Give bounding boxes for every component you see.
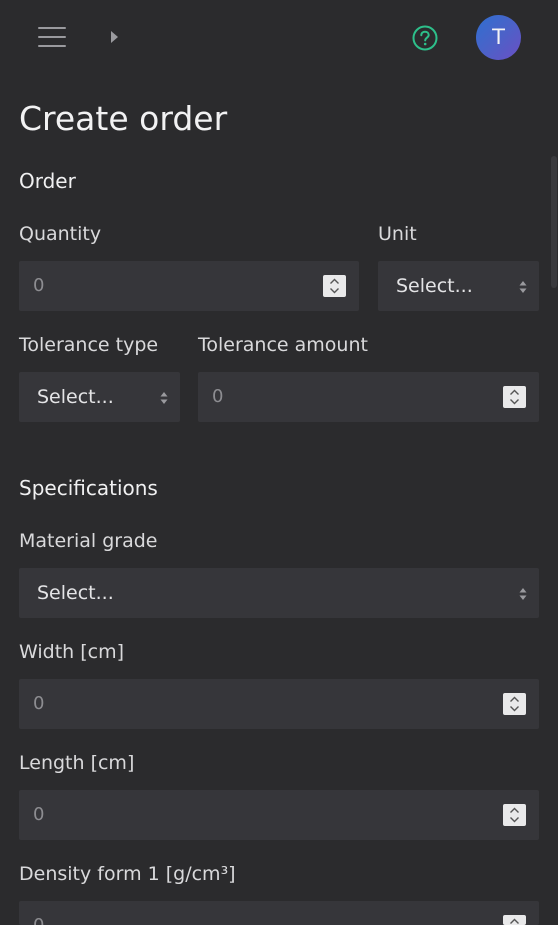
material-grade-select[interactable]: Select... [19,568,539,618]
scrollbar-thumb[interactable] [551,156,557,288]
material-grade-select-value: Select... [37,582,114,604]
length-label: Length [cm] [19,752,135,774]
tolerance-amount-label: Tolerance amount [198,334,368,356]
page-title: Create order [19,99,228,138]
quantity-placeholder: 0 [33,275,45,296]
chevron-right-icon[interactable] [111,31,118,43]
select-arrows-icon [519,279,527,293]
density-input[interactable]: 0 [19,901,539,925]
length-input[interactable]: 0 [19,790,539,840]
tolerance-amount-placeholder: 0 [212,386,224,407]
unit-select[interactable]: Select... [378,261,539,311]
tolerance-type-select-value: Select... [37,386,114,408]
length-stepper[interactable] [503,804,526,826]
section-title-order: Order [19,169,76,193]
width-label: Width [cm] [19,641,125,663]
tolerance-amount-input[interactable]: 0 [198,372,539,422]
quantity-label: Quantity [19,223,102,245]
select-arrows-icon [519,586,527,600]
scrollbar[interactable] [550,76,558,925]
tolerance-amount-stepper[interactable] [503,386,526,408]
quantity-stepper[interactable] [323,275,346,297]
create-order-page: T Create order Order Quantity 0 Unit Sel… [0,0,558,925]
density-placeholder: 0 [33,915,44,925]
tolerance-type-select[interactable]: Select... [19,372,180,422]
density-stepper[interactable] [503,915,526,925]
tolerance-type-label: Tolerance type [19,334,159,356]
top-bar: T [0,0,558,76]
quantity-input[interactable]: 0 [19,261,359,311]
length-placeholder: 0 [33,804,45,825]
width-stepper[interactable] [503,693,526,715]
select-arrows-icon [160,390,168,404]
width-input[interactable]: 0 [19,679,539,729]
unit-label: Unit [378,223,417,245]
question-circle-icon[interactable] [412,25,438,51]
avatar[interactable]: T [476,15,521,60]
hamburger-menu-icon[interactable] [38,27,66,49]
density-label: Density form 1 [g/cm³] [19,863,236,885]
width-placeholder: 0 [33,693,45,714]
unit-select-value: Select... [396,275,473,297]
section-title-specifications: Specifications [19,476,158,500]
material-grade-label: Material grade [19,530,158,552]
